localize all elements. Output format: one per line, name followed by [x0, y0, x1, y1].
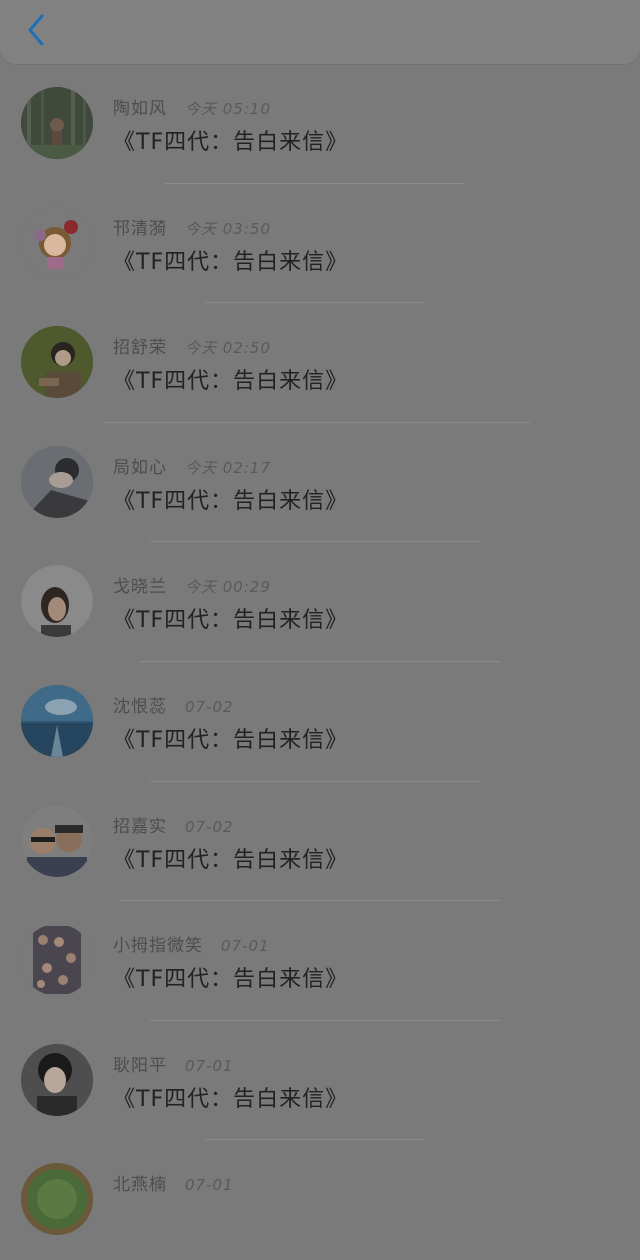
message-title: 《TF四代：告白来信》	[113, 130, 349, 155]
sender-name: 邗清漪 今天 03:50	[113, 218, 271, 239]
message-time: 今天 02:50	[185, 339, 271, 358]
sender-name: 陶如风 今天 05:10	[113, 99, 271, 119]
message-time: 07-02	[185, 697, 234, 716]
message-time: 07-01	[221, 937, 270, 956]
sender-name: 小拇指微笑 07-01	[113, 936, 270, 957]
list-item[interactable]: 戈晓兰 今天 00:29 《TF四代：告白来信》	[0, 542, 640, 662]
avatar	[21, 684, 93, 757]
list-item[interactable]: 陶如风 今天 05:10 《TF四代：告白来信》	[0, 64, 640, 184]
sender-name: 耿阳平 07-01	[113, 1055, 234, 1076]
list-item[interactable]: 小拇指微笑 07-01 《TF四代：告白来信》	[0, 901, 640, 1021]
avatar	[21, 804, 93, 877]
sender-name: 北燕楠 07-01	[113, 1175, 234, 1196]
sender-name: 招嘉实 07-02	[113, 816, 234, 837]
message-time: 07-01	[185, 1176, 234, 1195]
message-time: 07-02	[185, 817, 234, 836]
message-time: 今天 03:50	[185, 219, 271, 238]
list-item[interactable]: 沈恨蕊 07-02 《TF四代：告白来信》	[0, 662, 640, 782]
message-title: 《TF四代：告白来信》	[113, 727, 349, 753]
back-button[interactable]	[16, 10, 56, 50]
top-bar	[0, 0, 640, 64]
message-title: 《TF四代：告白来信》	[113, 488, 349, 514]
message-time: 今天 05:10	[185, 100, 271, 118]
avatar	[21, 445, 93, 518]
avatar	[21, 565, 93, 638]
list-item[interactable]: 邗清漪 今天 03:50 《TF四代：告白来信》	[0, 184, 640, 304]
avatar	[21, 326, 93, 399]
message-time: 今天 00:29	[185, 578, 271, 597]
message-title: 《TF四代：告白来信》	[113, 608, 349, 634]
avatar	[21, 87, 93, 159]
message-list: 陶如风 今天 05:10 《TF四代：告白来信》 邗清漪 今天 03:50 《TF四…	[0, 64, 640, 1260]
list-item[interactable]: 招舒荣 今天 02:50 《TF四代：告白来信》	[0, 303, 640, 423]
sender-name: 沈恨蕊 07-02	[113, 696, 234, 717]
message-title: 《TF四代：告白来信》	[113, 967, 349, 993]
sender-name: 局如心 今天 02:17	[113, 457, 271, 478]
message-title: 《TF四代：告白来信》	[113, 369, 349, 395]
avatar	[21, 924, 93, 997]
list-item[interactable]: 耿阳平 07-01 《TF四代：告白来信》	[0, 1021, 640, 1141]
sender-name: 戈晓兰 今天 00:29	[113, 577, 271, 598]
avatar	[21, 206, 93, 279]
message-time: 07-01	[185, 1056, 234, 1075]
avatar	[21, 1163, 93, 1236]
message-title: 《TF四代：告白来信》	[113, 249, 349, 275]
list-item[interactable]: 招嘉实 07-02 《TF四代：告白来信》	[0, 782, 640, 902]
list-item[interactable]: 局如心 今天 02:17 《TF四代：告白来信》	[0, 423, 640, 543]
message-title: 《TF四代：告白来信》	[113, 1086, 349, 1112]
message-title: 《TF四代：告白来信》	[113, 847, 349, 873]
message-time: 今天 02:17	[185, 458, 271, 477]
avatar	[21, 1043, 93, 1116]
chevron-left-icon	[28, 14, 44, 46]
sender-name: 招舒荣 今天 02:50	[113, 338, 271, 359]
list-item[interactable]: 北燕楠 07-01	[0, 1140, 640, 1260]
